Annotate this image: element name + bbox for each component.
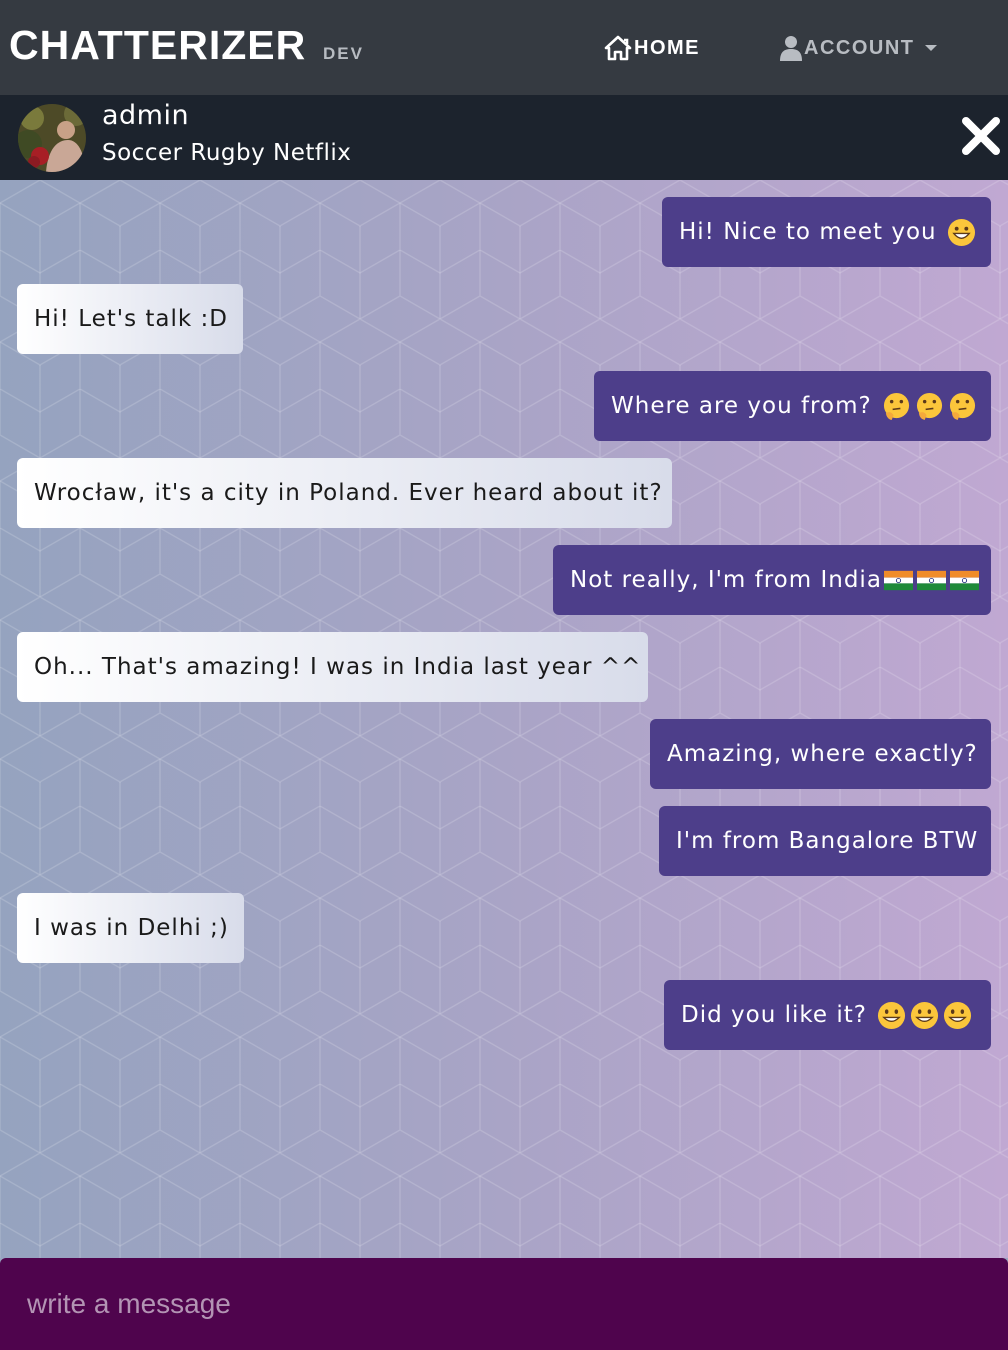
message-text: I'm from Bangalore BTW bbox=[676, 828, 979, 854]
message-text: Wrocław, it's a city in Poland. Ever hea… bbox=[34, 480, 663, 506]
user-icon bbox=[780, 36, 802, 61]
message-bubble-outgoing: Did you like it? bbox=[664, 980, 991, 1050]
message-input[interactable] bbox=[0, 1258, 1008, 1350]
top-navbar: CHATTERIZER DEV HOME ACCOUNT bbox=[0, 0, 1008, 95]
smiling-face-icon bbox=[877, 1001, 905, 1029]
message-bubble-outgoing: Where are you from? bbox=[594, 371, 991, 441]
india-flag-icon bbox=[883, 570, 913, 590]
message-text: Amazing, where exactly? bbox=[667, 741, 978, 767]
message-composer bbox=[0, 1258, 1008, 1350]
message-bubble-incoming: I was in Delhi ;) bbox=[17, 893, 244, 963]
chevron-down-icon bbox=[924, 45, 937, 51]
thinking-face-icon bbox=[949, 392, 975, 420]
message-text: Hi! Nice to meet you bbox=[679, 219, 937, 245]
thinking-face-icon bbox=[916, 392, 942, 420]
chat-partner-interests: Soccer Rugby Netflix bbox=[102, 140, 352, 166]
smiling-face-icon bbox=[910, 1001, 938, 1029]
chat-partner-name: admin bbox=[102, 100, 190, 131]
message-bubble-incoming: Wrocław, it's a city in Poland. Ever hea… bbox=[17, 458, 672, 528]
environment-badge: DEV bbox=[323, 44, 364, 63]
message-text: Where are you from? bbox=[611, 393, 872, 419]
close-chat-button[interactable] bbox=[960, 115, 1002, 157]
thinking-face-icon bbox=[883, 392, 909, 420]
app-brand[interactable]: CHATTERIZER bbox=[9, 22, 306, 68]
nav-account-label: ACCOUNT bbox=[804, 36, 915, 59]
nav-account-dropdown[interactable]: ACCOUNT bbox=[780, 34, 937, 62]
home-icon bbox=[604, 35, 632, 61]
message-text: I was in Delhi ;) bbox=[34, 915, 229, 941]
message-text: Oh... That's amazing! I was in India las… bbox=[34, 654, 642, 680]
message-bubble-incoming: Oh... That's amazing! I was in India las… bbox=[17, 632, 648, 702]
avatar[interactable] bbox=[18, 104, 86, 172]
message-bubble-incoming: Hi! Let's talk :D bbox=[17, 284, 243, 354]
message-bubble-outgoing: I'm from Bangalore BTW bbox=[659, 806, 991, 876]
close-icon bbox=[962, 117, 1000, 155]
message-text: Hi! Let's talk :D bbox=[34, 306, 229, 332]
india-flag-icon bbox=[916, 570, 946, 590]
grinning-face-icon bbox=[947, 218, 975, 246]
nav-home-label: HOME bbox=[634, 36, 700, 59]
message-bubble-outgoing: Not really, I'm from India bbox=[553, 545, 991, 615]
smiling-face-icon bbox=[943, 1001, 971, 1029]
message-bubble-outgoing: Amazing, where exactly? bbox=[650, 719, 991, 789]
message-text: Did you like it? bbox=[681, 1002, 867, 1028]
india-flag-icon bbox=[949, 570, 979, 590]
chat-messages-area[interactable]: Hi! Nice to meet you Hi! Let's talk :D W… bbox=[0, 180, 1008, 1258]
message-text: Not really, I'm from India bbox=[570, 567, 882, 593]
message-bubble-outgoing: Hi! Nice to meet you bbox=[662, 197, 991, 267]
nav-home-link[interactable]: HOME bbox=[604, 34, 700, 62]
